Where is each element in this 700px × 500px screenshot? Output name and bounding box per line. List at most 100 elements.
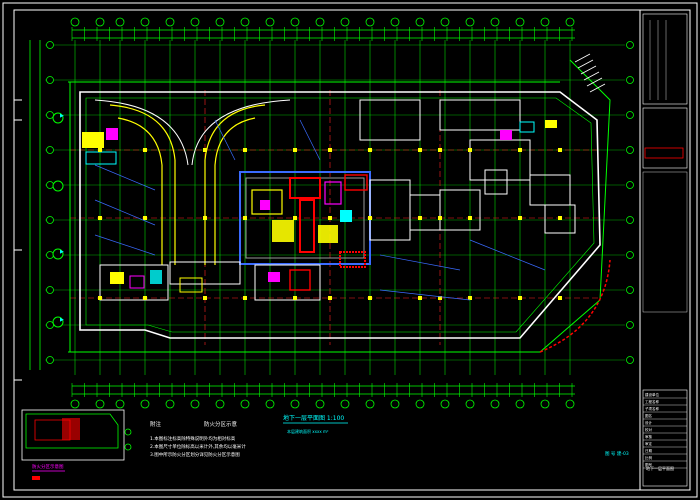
axis-bubble-top — [190, 17, 200, 27]
column-mark — [243, 296, 247, 300]
key-plan-label: 防火分区示意图 — [32, 463, 64, 470]
axis-bubble-top — [340, 17, 350, 27]
axis-bubble-top — [390, 17, 400, 27]
column-mark — [143, 148, 147, 152]
note-line-1: 1.本图标注标高除特殊说明外均为相对标高 — [150, 435, 236, 442]
column-mark — [468, 216, 472, 220]
column-mark — [293, 216, 297, 220]
axis-bubble-right — [626, 41, 634, 49]
column-mark — [328, 148, 332, 152]
column-mark — [243, 148, 247, 152]
column-mark — [368, 216, 372, 220]
axis-bubble-bottom — [440, 399, 450, 409]
column-mark — [243, 216, 247, 220]
axis-bubble-top — [115, 17, 125, 27]
axis-bubble-bottom — [540, 399, 550, 409]
axis-bubble-left — [46, 41, 54, 49]
axis-bubble-top — [315, 17, 325, 27]
title-row-label: 校对 — [645, 427, 653, 432]
column-mark — [203, 296, 207, 300]
axis-bubble-top — [565, 17, 575, 27]
title-block-drawing-name: 地下一层平面图 — [646, 465, 674, 471]
axis-bubble-top — [215, 17, 225, 27]
dimension-chains — [29, 29, 575, 395]
axis-bubble-left — [46, 251, 54, 259]
ramp-curves-white — [94, 99, 291, 166]
note-line-2: 2.本图尺寸单位除标高以米计外,其余均以毫米计 — [150, 443, 246, 450]
axis-bubble-top — [540, 17, 550, 27]
axis-bubble-left — [46, 356, 54, 364]
axis-bubble-bottom — [70, 399, 80, 409]
axis-bubble-top — [265, 17, 275, 27]
title-row-label: 图名 — [645, 413, 652, 418]
title-row-label: 设计 — [645, 420, 653, 425]
axis-bubble-bottom — [140, 399, 150, 409]
site-boundary — [68, 59, 611, 353]
column-mark — [418, 148, 422, 152]
axis-bubble-bottom — [215, 399, 225, 409]
notes-heading: 附注 — [150, 420, 162, 428]
svg-text:▶: ▶ — [60, 249, 64, 255]
axis-bubble-top — [240, 17, 250, 27]
title-row-label: 日期 — [645, 448, 653, 453]
column-mark — [368, 296, 372, 300]
column-mark — [368, 148, 372, 152]
axis-bubble-right — [626, 76, 634, 84]
axis-bubble-left — [46, 286, 54, 294]
axis-bubble-top — [465, 17, 475, 27]
axis-bubble-top — [290, 17, 300, 27]
title-row-label: 审定 — [645, 441, 653, 446]
sheet-number-label: 图 号 建-03 — [605, 450, 629, 457]
title-block-accent — [644, 147, 684, 159]
axis-bubble-left — [46, 321, 54, 329]
axis-bubble-bottom — [240, 399, 250, 409]
axis-bubble-right — [626, 251, 634, 259]
column-mark — [468, 148, 472, 152]
title-row-label: 比例 — [645, 455, 653, 460]
column-mark — [293, 148, 297, 152]
column-mark — [418, 216, 422, 220]
right-accents — [500, 120, 557, 140]
axis-bubble-bottom — [490, 399, 500, 409]
axis-bubble-top — [515, 17, 525, 27]
axis-bubble-bottom — [165, 399, 175, 409]
plan-title: 地下一层平面图 1:100 — [283, 414, 344, 422]
column-mark — [293, 296, 297, 300]
column-mark — [98, 296, 102, 300]
column-mark — [98, 148, 102, 152]
notes-heading-2: 防火分区示意 — [204, 420, 238, 428]
legend-swatch-red — [32, 476, 40, 480]
binding-marks — [14, 99, 22, 381]
title-row-label: 子项名称 — [645, 406, 659, 411]
lower-left-equipment — [99, 261, 321, 301]
axis-bubble-top — [440, 17, 450, 27]
axis-bubble-right — [626, 216, 634, 224]
axis-bubble-right — [626, 286, 634, 294]
axis-bubble-right — [626, 146, 634, 154]
column-mark — [143, 296, 147, 300]
column-mark — [328, 296, 332, 300]
right-rooms — [359, 99, 576, 241]
title-row-label: 建设单位 — [645, 392, 659, 397]
axis-bubble-left — [46, 111, 54, 119]
axis-bubble-bottom — [315, 399, 325, 409]
title-row-label: 审核 — [645, 434, 653, 439]
axis-bubble-right — [626, 111, 634, 119]
column-mark — [518, 148, 522, 152]
column-mark — [143, 216, 147, 220]
title-block-rows: 建设单位工程名称子项名称图名设计校对审核审定日期比例图号 — [643, 392, 687, 469]
axis-bubble-right — [626, 321, 634, 329]
column-mark — [328, 216, 332, 220]
svg-text:▶: ▶ — [60, 317, 64, 323]
column-mark — [203, 148, 207, 152]
column-mark — [468, 296, 472, 300]
column-mark — [438, 148, 442, 152]
axis-bubble-left — [46, 181, 54, 189]
axis-bubble-bottom — [415, 399, 425, 409]
plan-label-tags: ▶ ▶ ▶ — [60, 113, 64, 323]
axis-bubble-top — [165, 17, 175, 27]
cad-drawing-canvas: ▶ ▶ ▶ 地下一层平面图 1:100 本层建筑面积 xxxx m² 附注 防火… — [0, 0, 700, 500]
axis-bubble-bottom — [290, 399, 300, 409]
key-plan — [21, 409, 132, 461]
axis-bubble-bottom — [340, 399, 350, 409]
